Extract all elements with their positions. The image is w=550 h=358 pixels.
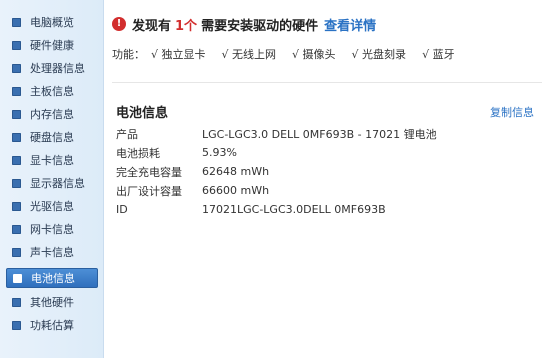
info-row: 电池损耗 5.93% [116,143,536,162]
sidebar-item-label: 内存信息 [30,108,74,121]
info-key: 完全充电容量 [116,165,182,179]
info-key: 产品 [116,127,138,141]
info-key: 出厂设计容量 [116,184,182,198]
sidebar-item-graphics[interactable]: 显卡信息 [6,150,98,170]
sidebar: 电脑概览 硬件健康 处理器信息 主板信息 内存信息 硬盘信息 显卡信息 显示器信… [0,0,104,358]
sidebar-item-hardware-health[interactable]: 硬件健康 [6,35,98,55]
sidebar-item-label: 显卡信息 [30,154,74,167]
exclamation-icon: ! [112,17,126,31]
info-key: ID [116,203,128,216]
sidebar-item-label: 显示器信息 [30,177,85,190]
bullet-icon [12,109,21,119]
feature-list: 功能： √ 独立显卡 √ 无线上网 √ 摄像头 √ 光盘刻录 √ 蓝牙 [112,46,471,62]
info-row: ID 17021LGC-LGC3.0DELL 0MF693B [116,200,536,219]
info-row: 出厂设计容量 66600 mWh [116,181,536,200]
sidebar-item-monitor[interactable]: 显示器信息 [6,173,98,193]
sidebar-item-power-estimate[interactable]: 功耗估算 [6,315,98,335]
info-row: 完全充电容量 62648 mWh [116,162,536,181]
alert-prefix: 发现有 [132,18,172,34]
sidebar-item-label: 硬件健康 [30,39,74,52]
info-value: 5.93% [202,146,237,159]
bullet-icon [12,320,21,330]
sidebar-item-overview[interactable]: 电脑概览 [6,12,98,32]
feature-item: √ 无线上网 [221,48,277,61]
sidebar-item-motherboard[interactable]: 主板信息 [6,81,98,101]
sidebar-item-label: 声卡信息 [30,246,74,259]
bullet-icon [12,201,21,211]
bullet-icon [12,297,21,307]
alert-suffix: 需要安装驱动的硬件 [201,18,319,34]
bullet-icon [12,17,21,27]
battery-info-table: 产品 LGC-LGC3.0 DELL 0MF693B - 17021 锂电池 电… [116,124,536,219]
sidebar-item-disk[interactable]: 硬盘信息 [6,127,98,147]
feature-item: √ 摄像头 [292,48,336,61]
sidebar-item-optical-drive[interactable]: 光驱信息 [6,196,98,216]
copy-info-link[interactable]: 复制信息 [490,104,534,120]
info-value: 66600 mWh [202,184,270,197]
sidebar-item-label: 网卡信息 [30,223,74,236]
sidebar-item-label: 电脑概览 [30,16,74,29]
sidebar-item-label: 硬盘信息 [30,131,74,144]
driver-alert: ! 发现有 1个 需要安装驱动的硬件 查看详情 [112,14,376,34]
info-row: 产品 LGC-LGC3.0 DELL 0MF693B - 17021 锂电池 [116,124,536,143]
sidebar-item-label: 其他硬件 [30,296,74,309]
sidebar-item-label: 主板信息 [30,85,74,98]
main-panel: ! 发现有 1个 需要安装驱动的硬件 查看详情 功能： √ 独立显卡 √ 无线上… [104,0,550,358]
sidebar-item-memory[interactable]: 内存信息 [6,104,98,124]
divider [112,82,542,83]
section-title: 电池信息 [116,106,169,121]
info-value: 62648 mWh [202,165,270,178]
sidebar-item-label: 功耗估算 [30,319,74,332]
bullet-icon [12,132,21,142]
feature-item: √ 独立显卡 [151,48,206,61]
bullet-icon [12,247,21,257]
sidebar-item-cpu[interactable]: 处理器信息 [6,58,98,78]
bullet-icon [12,63,21,73]
sidebar-item-network[interactable]: 网卡信息 [6,219,98,239]
feature-item: √ 光盘刻录 [351,48,407,61]
alert-count: 1个 [175,18,198,34]
bullet-icon [12,155,21,165]
feature-label: 功能： [112,48,145,61]
sidebar-item-label: 处理器信息 [30,62,85,75]
info-value: LGC-LGC3.0 DELL 0MF693B - 17021 锂电池 [202,127,437,141]
bullet-icon [12,86,21,96]
sidebar-item-label: 电池信息 [31,272,75,285]
bullet-icon [12,40,21,50]
info-value: 17021LGC-LGC3.0DELL 0MF693B [202,203,386,216]
sidebar-item-battery[interactable]: 电池信息 [6,268,98,288]
sidebar-item-label: 光驱信息 [30,200,74,213]
view-details-link[interactable]: 查看详情 [324,15,376,34]
bullet-icon [12,224,21,234]
info-key: 电池损耗 [116,146,160,160]
bullet-icon [13,273,22,283]
sidebar-item-sound[interactable]: 声卡信息 [6,242,98,262]
bullet-icon [12,178,21,188]
sidebar-item-other-hardware[interactable]: 其他硬件 [6,292,98,312]
feature-item: √ 蓝牙 [422,48,455,61]
